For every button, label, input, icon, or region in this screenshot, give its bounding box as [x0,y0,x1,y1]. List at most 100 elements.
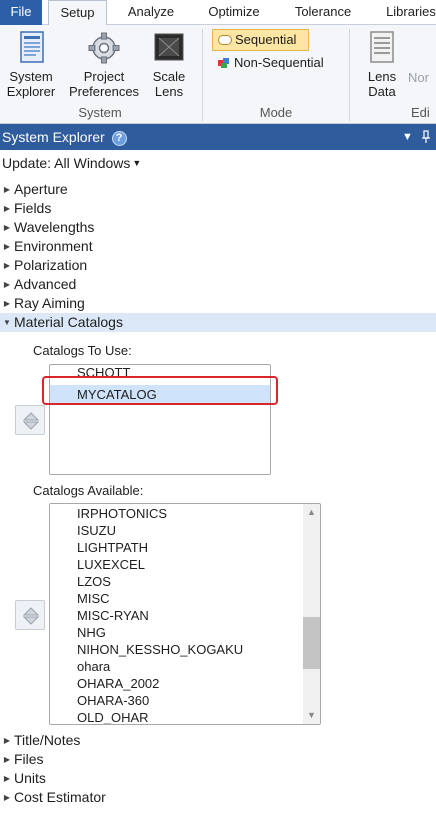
expand-arrow-icon: ▶ [3,242,11,251]
dropdown-arrow-icon[interactable]: ▼ [402,124,413,150]
system-explorer-label-2: Explorer [6,84,56,99]
scroll-down-icon[interactable]: ▼ [303,707,320,724]
scroll-up-icon[interactable]: ▲ [303,504,320,521]
edit-group-label: Edi [411,105,430,120]
expand-arrow-icon: ▶ [3,223,11,232]
expand-arrow-icon: ▶ [3,774,11,783]
scrollbar-thumb[interactable] [303,617,320,670]
tree-item-label: Polarization [14,257,88,273]
tree-item-label: Ray Aiming [14,295,85,311]
tree-item-ray-aiming[interactable]: ▶ Ray Aiming [0,294,85,313]
expand-arrow-icon: ▶ [3,755,11,764]
list-item[interactable]: LZOS [50,573,320,590]
tree-item-label: Units [14,770,46,786]
tab-analyze[interactable]: Analyze [116,0,186,25]
tree-item-label: Wavelengths [14,219,95,235]
list-item[interactable]: MISC-RYAN [50,607,320,624]
tab-libraries[interactable]: Libraries [376,0,436,25]
expand-arrow-icon: ▶ [3,261,11,270]
tree-item-label: Files [14,751,44,767]
lens-data-icon [370,31,394,63]
tree-item-wavelengths[interactable]: ▶ Wavelengths [0,218,95,237]
tab-file[interactable]: File [0,0,42,25]
list-item[interactable]: MISC [50,590,320,607]
lens-data-label-1: Lens [367,69,397,84]
list-item[interactable]: ISUZU [50,522,320,539]
tree-item-cost-estimator[interactable]: ▶ Cost Estimator [0,788,106,807]
scale-lens-label-2: Lens [154,84,184,99]
tree-item-units[interactable]: ▶ Units [0,769,46,788]
non-seq-editor-label: Nor [408,70,429,85]
tree-item-label: Advanced [14,276,77,292]
tree-item-polarization[interactable]: ▶ Polarization [0,256,87,275]
system-explorer-label-1: System [9,69,53,84]
up-down-arrows-icon [22,607,40,625]
catalogs-available-list[interactable]: IRPHOTONICS ISUZU LIGHTPATH LUXEXCEL LZO… [49,503,321,725]
tree-item-label: Title/Notes [14,732,81,748]
ribbon-separator [349,29,350,121]
tree-item-fields[interactable]: ▶ Fields [0,199,51,218]
mode-group-label: Mode [259,105,293,120]
catalogs-available-scrollbar[interactable]: ▲ ▼ [303,504,320,724]
tree-item-label: Environment [14,238,93,254]
tab-setup[interactable]: Setup [48,0,107,26]
scale-lens-button[interactable]: Scale Lens [148,31,190,99]
update-label: Update: All Windows [2,155,131,171]
lens-data-button[interactable]: Lens Data [360,31,404,99]
list-item[interactable]: OHARA-360 [50,692,320,709]
list-item[interactable]: IRPHOTONICS [50,505,320,522]
tree-item-files[interactable]: ▶ Files [0,750,44,769]
update-dropdown[interactable]: Update: All Windows ▼ [2,155,141,171]
system-explorer-header: System Explorer ? ▼ [0,124,436,150]
expand-arrow-icon: ▶ [3,793,11,802]
list-item[interactable]: LUXEXCEL [50,556,320,573]
sequential-icon [218,35,232,45]
tree-item-aperture[interactable]: ▶ Aperture [0,180,68,199]
project-preferences-label-1: Project [83,69,125,84]
non-sequential-icon [218,58,229,68]
system-group-label: System [78,105,122,120]
collapse-arrow-icon: ▼ [3,318,11,327]
sequential-label: Sequential [235,32,297,47]
sequential-mode-button[interactable]: Sequential [212,29,309,51]
gear-icon [88,32,120,64]
up-down-arrows-icon [22,412,40,430]
tree-item-label: Material Catalogs [14,314,123,330]
tree-item-environment[interactable]: ▶ Environment [0,237,93,256]
expand-arrow-icon: ▶ [3,185,11,194]
annotation-highlight-box [42,376,278,405]
chevron-down-icon: ▼ [132,158,142,168]
tree-item-advanced[interactable]: ▶ Advanced [0,275,76,294]
scale-lens-icon [154,33,184,61]
list-item[interactable]: OLD_OHAR [50,709,320,724]
move-available-catalog-button[interactable] [15,600,45,630]
list-item[interactable]: LIGHTPATH [50,539,320,556]
move-catalog-button[interactable] [15,405,45,435]
system-explorer-button[interactable]: System Explorer [3,31,59,99]
expand-arrow-icon: ▶ [3,736,11,745]
scale-lens-label-1: Scale [152,69,186,84]
system-explorer-icon [20,31,44,63]
tab-optimize[interactable]: Optimize [196,0,272,25]
expand-arrow-icon: ▶ [3,204,11,213]
system-explorer-title: System Explorer [2,129,105,145]
tree-item-label: Aperture [14,181,68,197]
non-sequential-label: Non-Sequential [234,55,324,70]
tree-item-title-notes[interactable]: ▶ Title/Notes [0,731,80,750]
ribbon-panel: System Explorer Project Preferences Scal… [0,25,436,124]
list-item[interactable]: NIHON_KESSHO_KOGAKU [50,641,320,658]
project-preferences-button[interactable]: Project Preferences [64,31,144,99]
tree-item-material-catalogs[interactable]: ▼ Material Catalogs [0,313,436,332]
tree-item-label: Cost Estimator [14,789,106,805]
catalogs-to-use-label: Catalogs To Use: [33,343,132,358]
help-icon[interactable]: ? [111,131,127,146]
non-sequential-editor-button[interactable]: Nor [408,70,436,85]
expand-arrow-icon: ▶ [3,280,11,289]
non-sequential-mode-button[interactable]: Non-Sequential [212,53,342,75]
tree-item-label: Fields [14,200,52,216]
tab-tolerance[interactable]: Tolerance [284,0,362,25]
pin-icon[interactable] [421,130,431,144]
list-item[interactable]: OHARA_2002 [50,675,320,692]
list-item[interactable]: ohara [50,658,320,675]
list-item[interactable]: NHG [50,624,320,641]
